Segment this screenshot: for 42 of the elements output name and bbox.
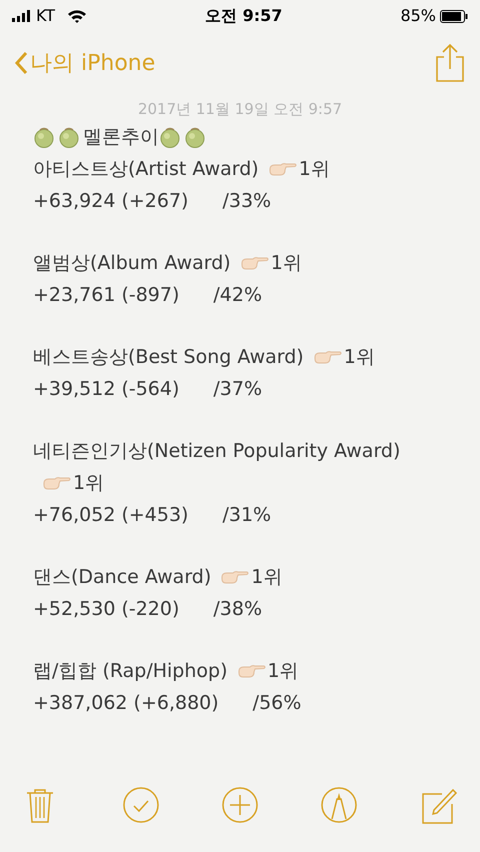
share-button[interactable]: [434, 43, 466, 83]
signal-icon: [12, 10, 32, 22]
share-percent: /33%: [222, 188, 272, 214]
battery-percent: 85%: [400, 5, 436, 27]
rank-text: 1위: [298, 156, 330, 182]
back-link[interactable]: 나의 iPhone: [14, 46, 156, 80]
award-title: 댄스(Dance Award): [33, 564, 212, 590]
share-percent: /37%: [213, 376, 262, 402]
melon-icon: [159, 126, 181, 148]
note-date: 2017년 11월 19일 오전 9:57: [136, 99, 344, 120]
award-title: 네티즌인기상(Netizen Popularity Award): [33, 438, 400, 464]
vote-stats: +63,924 (+267): [33, 188, 188, 214]
award-title: 아티스트상(Artist Award): [33, 156, 259, 182]
chevron-left-icon: [14, 51, 28, 75]
share-icon: [434, 43, 466, 83]
rank-text: 1위: [270, 250, 302, 276]
share-percent: /56%: [252, 690, 302, 716]
melon-icon: [33, 126, 55, 148]
compose-icon: [420, 786, 458, 826]
vote-stats: +52,530 (-220): [33, 596, 180, 622]
vote-stats: +76,052 (+453): [33, 502, 188, 528]
melon-icon: [184, 126, 206, 148]
rank-text: 1위: [73, 470, 104, 496]
status-time: 오전 9:57: [205, 5, 282, 27]
rank-text: 1위: [344, 344, 375, 370]
vote-stats: +387,062 (+6,880): [33, 690, 219, 716]
wifi-icon: [67, 9, 88, 23]
carrier-name: KT: [36, 5, 56, 27]
vote-stats: +39,512 (-564): [33, 376, 180, 402]
award-title: 앨범상(Album Award): [33, 250, 231, 276]
note-heading: 멜론추이: [83, 124, 159, 150]
vote-stats: +23,761 (-897): [33, 282, 180, 308]
melon-icon: [58, 126, 80, 148]
rank-text: 1위: [251, 564, 282, 590]
battery-icon: [440, 10, 468, 22]
share-percent: /31%: [222, 502, 272, 528]
rank-text: 1위: [268, 658, 299, 684]
share-percent: /38%: [213, 596, 262, 622]
compose-button[interactable]: [420, 786, 458, 826]
share-percent: /42%: [213, 282, 262, 308]
award-title: 랩/힙합 (Rap/Hiphop): [33, 658, 228, 684]
award-title: 베스트송상(Best Song Award): [33, 344, 304, 370]
